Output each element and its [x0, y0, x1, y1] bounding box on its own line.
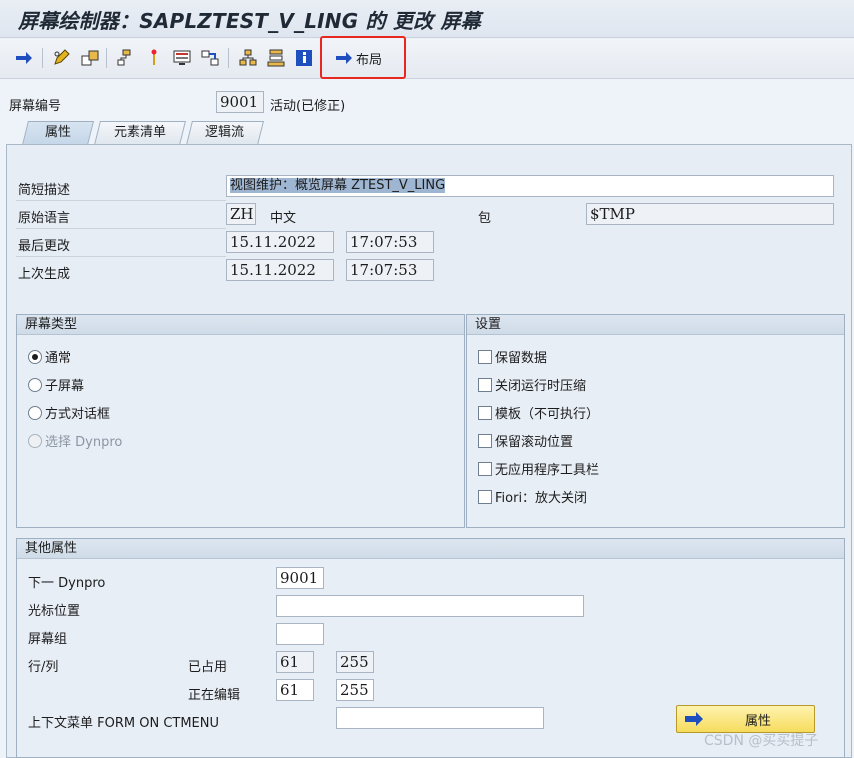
flow-icon[interactable]	[198, 46, 222, 70]
pencil-glasses-icon[interactable]	[50, 46, 74, 70]
other-attributes-title: 其他属性	[17, 539, 844, 559]
screen-group-label: 屏幕组	[28, 632, 68, 647]
row-col-label: 行/列	[28, 660, 59, 675]
orig-lang-field: ZH	[226, 203, 256, 225]
window-title-bar: 屏幕绘制器：SAPLZTEST_V_LING 的 更改 屏幕	[0, 0, 854, 38]
screen-type-modal[interactable]: 方式对话框	[28, 403, 110, 422]
package-label: 包	[478, 211, 492, 226]
checkbox[interactable]	[478, 405, 492, 420]
editing-label: 正在编辑	[188, 688, 241, 703]
last-changed-label: 最后更改	[18, 239, 71, 254]
cursor-position-field[interactable]	[276, 595, 584, 617]
editing-col-field[interactable]: 255	[336, 679, 374, 701]
radio-button[interactable]	[28, 377, 42, 392]
stack-icon[interactable]	[264, 46, 288, 70]
radio-button	[28, 433, 42, 448]
short-desc-field[interactable]: 视图维护：概览屏幕 ZTEST_V_LING	[226, 175, 834, 197]
transfer-icon[interactable]	[78, 46, 102, 70]
attributes-button[interactable]: 属性	[676, 705, 815, 733]
layout-button[interactable]: 布局	[334, 46, 382, 70]
next-dynpro-label: 下一 Dynpro	[28, 576, 106, 591]
arrow-right-icon[interactable]	[12, 46, 36, 70]
occupied-col-field: 255	[336, 651, 374, 673]
last-gen-label: 上次生成	[18, 267, 71, 282]
context-menu-label: 上下文菜单 FORM ON CTMENU	[28, 716, 220, 731]
screen-type-selection: 选择 Dynpro	[28, 431, 122, 450]
setting-no-compress[interactable]: 关闭运行时压缩	[478, 375, 586, 394]
screen-group-field[interactable]	[276, 623, 324, 645]
layout-button-label: 布局	[356, 52, 383, 68]
cursor-position-label: 光标位置	[28, 604, 81, 619]
last-gen-time: 17:07:53	[346, 259, 434, 281]
tab-element-list[interactable]: 元素清单	[94, 121, 186, 145]
last-changed-time: 17:07:53	[346, 231, 434, 253]
occupied-label: 已占用	[188, 660, 228, 675]
setting-fiori-zoom[interactable]: Fiori：放大关闭	[478, 487, 587, 506]
package-field: $TMP	[586, 203, 834, 225]
watermark: CSDN @买买提子	[704, 733, 819, 749]
checkbox[interactable]	[478, 433, 492, 448]
orig-lang-label: 原始语言	[18, 211, 71, 226]
context-menu-field[interactable]	[336, 707, 544, 729]
occupied-row-field: 61	[276, 651, 314, 673]
radio-button[interactable]	[28, 405, 42, 420]
screen-type-subscreen[interactable]: 子屏幕	[28, 375, 84, 394]
setting-keep-data[interactable]: 保留数据	[478, 347, 547, 366]
setting-template[interactable]: 模板（不可执行）	[478, 403, 599, 422]
window-title: 屏幕绘制器：SAPLZTEST_V_LING 的 更改 屏幕	[18, 9, 481, 33]
settings-title: 设置	[467, 315, 844, 335]
short-desc-label: 简短描述	[18, 183, 71, 198]
checkbox[interactable]	[478, 349, 492, 364]
orig-lang-text: 中文	[270, 211, 297, 226]
info-icon[interactable]	[292, 46, 316, 70]
last-gen-date: 15.11.2022	[226, 259, 334, 281]
screen-number-label: 屏幕编号	[9, 99, 62, 114]
last-changed-date: 15.11.2022	[226, 231, 334, 253]
screen-type-title: 屏幕类型	[17, 315, 464, 335]
checkbox[interactable]	[478, 489, 492, 504]
tab-attributes[interactable]: 属性	[22, 121, 94, 145]
arrow-right-icon	[685, 712, 703, 726]
pin-icon[interactable]	[142, 46, 166, 70]
setting-keep-scroll[interactable]: 保留滚动位置	[478, 431, 573, 450]
checkbox[interactable]	[478, 377, 492, 392]
screen-icon[interactable]	[170, 46, 194, 70]
application-toolbar	[0, 39, 854, 79]
checkbox[interactable]	[478, 461, 492, 476]
hierarchy-icon[interactable]	[114, 46, 138, 70]
screen-type-normal[interactable]: 通常	[28, 347, 71, 366]
attributes-button-label: 属性	[745, 713, 772, 729]
arrow-right-icon	[336, 52, 352, 64]
editing-row-field[interactable]: 61	[276, 679, 314, 701]
radio-button[interactable]	[28, 349, 42, 364]
screen-number-field: 9001	[216, 91, 264, 113]
tree-icon[interactable]	[236, 46, 260, 70]
tab-flow-logic[interactable]: 逻辑流	[186, 121, 264, 145]
screen-status: 活动(已修正)	[270, 99, 346, 114]
next-dynpro-field[interactable]: 9001	[276, 567, 324, 589]
setting-no-app-toolbar[interactable]: 无应用程序工具栏	[478, 459, 599, 478]
